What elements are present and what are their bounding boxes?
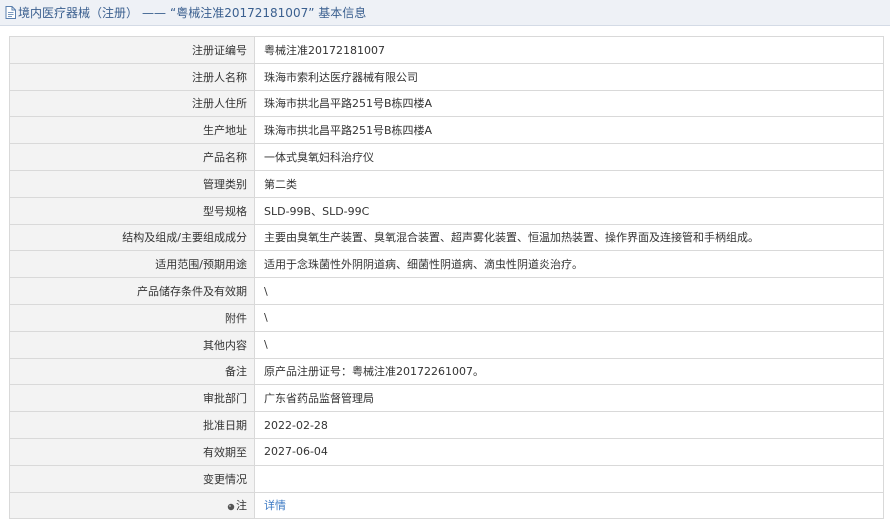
page-title: 境内医疗器械（注册） —— “粤械注准20172181007” 基本信息: [18, 4, 366, 21]
table-row: 适用范围/预期用途 适用于念珠菌性外阴阴道病、细菌性阴道病、滴虫性阴道炎治疗。: [9, 250, 884, 279]
table-row: 批准日期 2022-02-28: [9, 411, 884, 439]
row-label: 适用范围/预期用途: [9, 250, 255, 279]
row-value: 珠海市拱北昌平路251号B栋四楼A: [254, 116, 884, 145]
row-label: 注册人名称: [9, 62, 255, 91]
row-value: 适用于念珠菌性外阴阴道病、细菌性阴道病、滴虫性阴道炎治疗。: [254, 250, 884, 279]
row-label: 结构及组成/主要组成成分: [9, 223, 255, 252]
table-row: 生产地址 珠海市拱北昌平路251号B栋四楼A: [9, 116, 884, 145]
table-row: 变更情况: [9, 464, 884, 493]
row-label: 注册人住所: [9, 89, 255, 118]
header-title: “粤械注准20172181007” 基本信息: [170, 6, 367, 20]
table-row: 管理类别 第二类: [9, 169, 884, 198]
table-row: 结构及组成/主要组成成分 主要由臭氧生产装置、臭氧混合装置、超声雾化装置、恒温加…: [9, 223, 884, 252]
table-row: 注册证编号 粤械注准20172181007: [9, 36, 884, 64]
row-value: 原产品注册证号：粤械注准20172261007。: [254, 357, 884, 386]
table-row: 产品储存条件及有效期 \: [9, 277, 884, 305]
row-value: 第二类: [254, 169, 884, 198]
table-row: 注册人名称 珠海市索利达医疗器械有限公司: [9, 62, 884, 91]
table-row: 注册人住所 珠海市拱北昌平路251号B栋四楼A: [9, 89, 884, 118]
page-header: 境内医疗器械（注册） —— “粤械注准20172181007” 基本信息: [0, 0, 890, 26]
row-label: 审批部门: [9, 384, 255, 413]
table-row: 附件 \: [9, 303, 884, 332]
document-icon: [5, 6, 16, 19]
row-value: \: [254, 303, 884, 332]
row-value: 珠海市拱北昌平路251号B栋四楼A: [254, 89, 884, 118]
row-label: 生产地址: [9, 116, 255, 145]
table-row: 备注 原产品注册证号：粤械注准20172261007。: [9, 357, 884, 386]
row-label: 注册证编号: [9, 36, 255, 64]
header-separator: ——: [142, 6, 167, 20]
row-value: 2027-06-04: [254, 437, 884, 466]
row-value: \: [254, 277, 884, 305]
row-label: 型号规格: [9, 196, 255, 225]
row-label: 批准日期: [9, 411, 255, 439]
row-label: 附件: [9, 303, 255, 332]
row-value: 主要由臭氧生产装置、臭氧混合装置、超声雾化装置、恒温加热装置、操作界面及连接管和…: [254, 223, 884, 252]
note-row: 注 详情: [9, 491, 884, 519]
table-row: 其他内容 \: [9, 330, 884, 359]
row-label: 其他内容: [9, 330, 255, 359]
note-label: 注: [236, 498, 247, 512]
note-label-cell: 注: [9, 491, 255, 519]
table-row: 型号规格 SLD-99B、SLD-99C: [9, 196, 884, 225]
table-row: 审批部门 广东省药品监督管理局: [9, 384, 884, 413]
row-value: 一体式臭氧妇科治疗仪: [254, 143, 884, 171]
header-category: 境内医疗器械（注册）: [18, 6, 139, 20]
row-label: 管理类别: [9, 169, 255, 198]
row-value: 广东省药品监督管理局: [254, 384, 884, 413]
row-label: 备注: [9, 357, 255, 386]
row-label: 产品储存条件及有效期: [9, 277, 255, 305]
row-label: 变更情况: [9, 464, 255, 493]
note-label-group: 注: [227, 497, 247, 513]
table-row: 有效期至 2027-06-04: [9, 437, 884, 466]
row-value: [254, 464, 884, 493]
info-table: 注册证编号 粤械注准20172181007 注册人名称 珠海市索利达医疗器械有限…: [9, 36, 884, 519]
row-label: 有效期至: [9, 437, 255, 466]
table-row: 产品名称 一体式臭氧妇科治疗仪: [9, 143, 884, 171]
row-value: \: [254, 330, 884, 359]
row-value: SLD-99B、SLD-99C: [254, 196, 884, 225]
row-label: 产品名称: [9, 143, 255, 171]
row-value: 2022-02-28: [254, 411, 884, 439]
details-link[interactable]: 详情: [264, 499, 286, 512]
note-value-cell: 详情: [254, 491, 884, 519]
row-value: 粤械注准20172181007: [254, 36, 884, 64]
row-value: 珠海市索利达医疗器械有限公司: [254, 62, 884, 91]
info-table-body: 注册证编号 粤械注准20172181007 注册人名称 珠海市索利达医疗器械有限…: [9, 36, 884, 519]
